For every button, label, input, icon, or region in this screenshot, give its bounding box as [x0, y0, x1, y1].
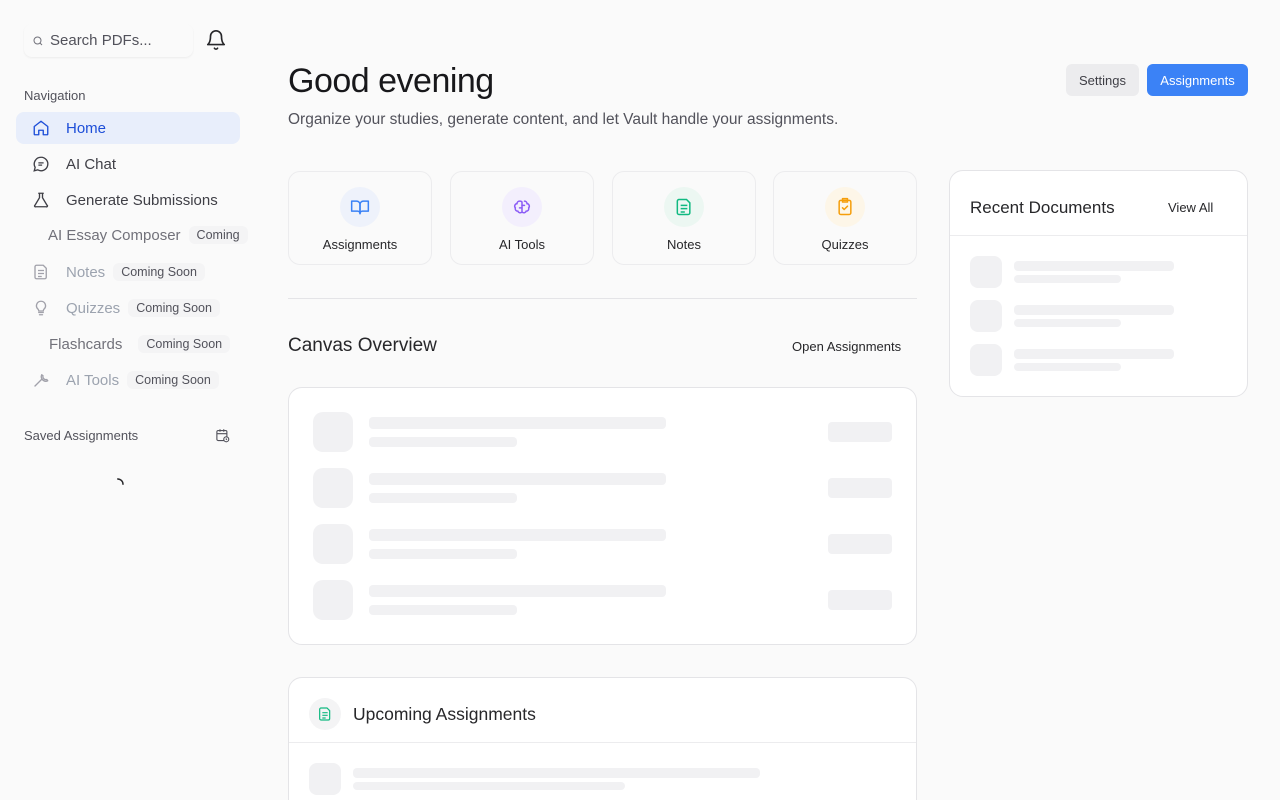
sidebar-item-ai-tools[interactable]: AI Tools Coming Soon — [16, 364, 240, 396]
sidebar-item-home[interactable]: Home — [16, 112, 240, 144]
tile-notes[interactable]: Notes — [612, 171, 756, 265]
sidebar-item-label: AI Chat — [66, 155, 117, 173]
sidebar-item-notes[interactable]: Notes Coming Soon — [16, 256, 240, 288]
skeleton-line — [369, 417, 666, 429]
page-title: Good evening — [288, 62, 494, 100]
skeleton-pill — [828, 534, 892, 554]
book-icon — [340, 187, 380, 227]
sidebar-item-label: Home — [66, 119, 107, 137]
recent-documents-title: Recent Documents — [970, 198, 1115, 217]
search-icon — [33, 36, 43, 45]
skeleton-line — [353, 768, 760, 778]
skeleton-line — [369, 605, 517, 615]
card-divider — [950, 235, 1247, 236]
calendar-clock-icon[interactable] — [215, 428, 230, 443]
navigation-heading: Navigation — [24, 88, 86, 103]
tile-ai-tools[interactable]: AI Tools — [450, 171, 594, 265]
sidebar-item-flashcards[interactable]: Flashcards Coming Soon — [16, 328, 240, 360]
sidebar-item-label: Generate Submissions — [66, 191, 218, 209]
skeleton-line — [1014, 319, 1121, 327]
tile-label: AI Tools — [498, 237, 545, 252]
coming-soon-badge: Coming Soon — [113, 263, 205, 281]
coming-soon-badge: Coming Soon — [138, 335, 231, 353]
tile-label: Assignments — [322, 237, 398, 252]
skeleton-line — [1014, 349, 1174, 359]
skeleton-line — [369, 529, 666, 541]
open-assignments-link[interactable]: Open Assignments — [792, 339, 901, 354]
skeleton-line — [369, 549, 517, 559]
coming-soon-badge: Coming Soon — [127, 371, 219, 389]
card-divider — [289, 742, 916, 743]
skeleton-line — [1014, 275, 1121, 283]
canvas-overview-title: Canvas Overview — [288, 335, 437, 356]
coming-badge: Coming — [188, 226, 248, 244]
tile-quizzes[interactable]: Quizzes — [773, 171, 917, 265]
tile-assignments[interactable]: Assignments — [288, 171, 432, 265]
search-box[interactable] — [24, 24, 193, 57]
sidebar-item-label: Quizzes — [66, 299, 121, 317]
sidebar-item-label: AI Essay Composer — [48, 226, 181, 244]
skeleton-line — [1014, 363, 1121, 371]
skeleton-line — [369, 493, 517, 503]
skeleton-avatar — [313, 580, 353, 620]
skeleton-line — [369, 437, 517, 447]
sidebar-item-ai-essay-composer[interactable]: AI Essay Composer Coming — [48, 226, 248, 244]
sidebar: Navigation Home AI Chat Generate Submiss… — [0, 0, 256, 800]
chat-icon — [32, 155, 50, 173]
skeleton-line — [353, 782, 625, 790]
sidebar-item-quizzes[interactable]: Quizzes Coming Soon — [16, 292, 240, 324]
brain-icon — [502, 187, 542, 227]
skeleton-avatar — [970, 256, 1002, 288]
sidebar-item-generate-submissions[interactable]: Generate Submissions — [16, 184, 240, 216]
skeleton-avatar — [313, 524, 353, 564]
home-icon — [32, 119, 50, 137]
skeleton-pill — [828, 478, 892, 498]
loading-spinner-icon — [117, 478, 124, 485]
upcoming-assignments-card: Upcoming Assignments — [288, 677, 917, 800]
upcoming-assignments-title: Upcoming Assignments — [353, 704, 536, 724]
flask-icon — [32, 191, 50, 209]
skeleton-avatar — [313, 468, 353, 508]
canvas-overview-card — [288, 387, 917, 645]
search-input[interactable] — [50, 32, 180, 49]
skeleton-pill — [828, 422, 892, 442]
page-subtitle: Organize your studies, generate content,… — [288, 111, 839, 128]
skeleton-avatar — [970, 344, 1002, 376]
saved-assignments-label: Saved Assignments — [24, 428, 139, 443]
skeleton-pill — [828, 590, 892, 610]
tile-label: Notes — [667, 237, 701, 252]
section-divider — [288, 298, 917, 299]
saved-assignments-heading: Saved Assignments — [24, 428, 230, 443]
view-all-link[interactable]: View All — [1168, 200, 1213, 215]
coming-soon-badge: Coming Soon — [128, 299, 220, 317]
notes-icon — [664, 187, 704, 227]
assignments-button[interactable]: Assignments — [1147, 64, 1248, 96]
lightbulb-icon — [32, 299, 50, 317]
sidebar-item-label: Notes — [66, 263, 106, 281]
skeleton-line — [369, 473, 666, 485]
sidebar-item-label: AI Tools — [66, 371, 120, 389]
recent-documents-card: Recent Documents View All — [949, 170, 1248, 397]
skeleton-line — [369, 585, 666, 597]
settings-button[interactable]: Settings — [1066, 64, 1139, 96]
skeleton-line — [1014, 261, 1174, 271]
wrench-icon — [32, 371, 50, 389]
sidebar-item-label: Flashcards — [49, 335, 123, 353]
skeleton-avatar — [309, 763, 341, 795]
tile-label: Quizzes — [821, 237, 869, 252]
bell-icon[interactable] — [204, 28, 228, 52]
notes-icon — [32, 263, 50, 281]
skeleton-avatar — [970, 300, 1002, 332]
skeleton-line — [1014, 305, 1174, 315]
notes-icon — [309, 698, 341, 730]
clipboard-check-icon — [825, 187, 865, 227]
skeleton-avatar — [313, 412, 353, 452]
sidebar-item-ai-chat[interactable]: AI Chat — [16, 148, 240, 180]
